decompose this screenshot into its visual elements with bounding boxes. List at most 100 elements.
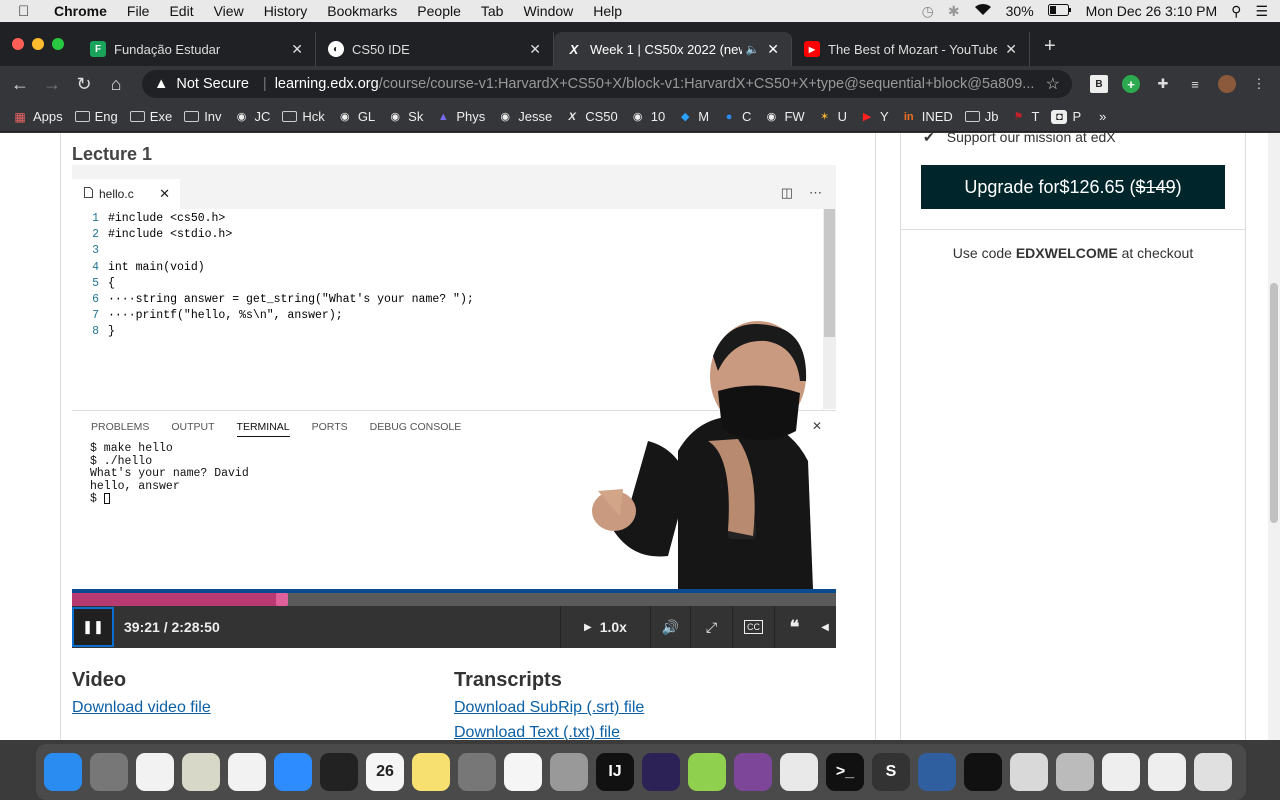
music-icon[interactable] bbox=[136, 753, 174, 791]
sublime-icon[interactable]: S bbox=[872, 753, 910, 791]
close-window-button[interactable] bbox=[12, 38, 24, 50]
time-machine-icon[interactable]: ◷ bbox=[922, 3, 934, 20]
download-video-link[interactable]: Download video file bbox=[72, 699, 211, 717]
bookmark-jesse[interactable]: ◉ Jesse bbox=[497, 109, 552, 124]
bookmark-t[interactable]: ⚑ T bbox=[1011, 109, 1040, 124]
upgrade-button[interactable]: Upgrade for $126.65 ($149) bbox=[921, 165, 1225, 209]
volume-button[interactable]: 🔊 bbox=[650, 606, 690, 648]
document-icon[interactable] bbox=[1102, 753, 1140, 791]
not-secure-label[interactable]: Not Secure bbox=[176, 76, 249, 92]
bookmark-fw[interactable]: ◉ FW bbox=[763, 109, 805, 124]
download-txt-link[interactable]: Download Text (.txt) file bbox=[454, 724, 620, 740]
warning-icon[interactable]: ▲ bbox=[154, 76, 168, 92]
launchpad-icon[interactable] bbox=[550, 753, 588, 791]
audio-playing-icon[interactable]: 🔈 bbox=[746, 43, 760, 56]
video-progress-bar[interactable] bbox=[72, 589, 836, 606]
menu-view[interactable]: View bbox=[214, 3, 244, 19]
terminal-icon[interactable]: >_ bbox=[826, 753, 864, 791]
page-scrollbar[interactable] bbox=[1268, 133, 1280, 740]
zoom-icon[interactable] bbox=[274, 753, 312, 791]
close-tab-icon[interactable]: ✕ bbox=[1005, 41, 1017, 58]
bookmark-star-icon[interactable]: ☆ bbox=[1046, 74, 1060, 94]
progress-handle[interactable] bbox=[275, 593, 288, 606]
menu-app-name[interactable]: Chrome bbox=[54, 3, 107, 19]
bookmark-u[interactable]: ✶ U bbox=[817, 109, 847, 124]
finder-icon[interactable] bbox=[44, 753, 82, 791]
chrome-icon[interactable] bbox=[780, 753, 818, 791]
tab-youtube-mozart[interactable]: ▶ The Best of Mozart - YouTube ✕ bbox=[792, 32, 1030, 66]
bookmark-exe[interactable]: Exe bbox=[129, 109, 172, 124]
bookmark-apps[interactable]: ▦ Apps bbox=[12, 109, 62, 124]
notes-icon[interactable] bbox=[412, 753, 450, 791]
bookmark-hck[interactable]: Hck bbox=[282, 109, 325, 124]
calculator-icon[interactable] bbox=[458, 753, 496, 791]
documents-folder-icon[interactable] bbox=[1148, 753, 1186, 791]
menu-window[interactable]: Window bbox=[523, 3, 573, 19]
address-bar[interactable]: ▲ Not Secure | learning.edx.org /course/… bbox=[142, 70, 1072, 98]
bluetooth-icon[interactable]: ✱ bbox=[948, 3, 960, 20]
speed-button[interactable]: ▶ 1.0x bbox=[560, 606, 650, 648]
reading-list-icon[interactable]: ≡ bbox=[1186, 75, 1204, 93]
fullscreen-button[interactable]: ⤢ bbox=[690, 606, 732, 648]
bookmark-p[interactable]: ◘ P bbox=[1051, 109, 1081, 124]
photo-library-icon[interactable] bbox=[1056, 753, 1094, 791]
chrome-menu-icon[interactable]: ⋮ bbox=[1250, 75, 1268, 93]
menu-file[interactable]: File bbox=[127, 3, 150, 19]
bookmark-cs50[interactable]: X CS50 bbox=[564, 109, 618, 124]
intellij-icon[interactable]: IJ bbox=[596, 753, 634, 791]
back-icon[interactable]: ← bbox=[4, 74, 36, 95]
bookmark-c[interactable]: ● C bbox=[721, 109, 752, 124]
menu-help[interactable]: Help bbox=[593, 3, 622, 19]
wifi-icon[interactable] bbox=[974, 3, 992, 19]
pause-button[interactable]: ❚❚ bbox=[72, 607, 114, 647]
close-tab-icon[interactable]: ✕ bbox=[291, 41, 303, 58]
scrollbar-thumb[interactable] bbox=[1270, 283, 1278, 523]
home-icon[interactable]: ⌂ bbox=[100, 74, 132, 95]
activity-monitor-icon[interactable] bbox=[320, 753, 358, 791]
closed-captions-button[interactable]: CC bbox=[732, 606, 774, 648]
bookmarks-overflow-icon[interactable]: » bbox=[1099, 109, 1106, 124]
extensions-puzzle-icon[interactable]: ✚ bbox=[1154, 75, 1172, 93]
bookmark-phys[interactable]: ▲ Phys bbox=[435, 109, 485, 124]
control-center-icon[interactable]: ☰ bbox=[1255, 3, 1268, 20]
video-player[interactable]: hello.c ✕ ◫ ⋯ 1 #include <cs50.h> 2 #inclu… bbox=[72, 165, 836, 648]
calendar-icon[interactable]: 26 bbox=[366, 753, 404, 791]
bookmark-jc[interactable]: ◉ JC bbox=[234, 109, 271, 124]
bookmark-ined[interactable]: in INED bbox=[901, 109, 953, 124]
debian-icon[interactable] bbox=[964, 753, 1002, 791]
bookmark-gl[interactable]: ◉ GL bbox=[337, 109, 375, 124]
bookmark-sk[interactable]: ◉ Sk bbox=[387, 109, 423, 124]
bookmark-m[interactable]: ◆ M bbox=[677, 109, 709, 124]
spotlight-icon[interactable]: ⚲ bbox=[1231, 3, 1241, 20]
profile-avatar[interactable] bbox=[1218, 75, 1236, 93]
menu-bookmarks[interactable]: Bookmarks bbox=[327, 3, 397, 19]
transcript-button[interactable]: ❝ bbox=[774, 606, 814, 648]
virtualbox-icon[interactable] bbox=[918, 753, 956, 791]
photos-icon[interactable] bbox=[228, 753, 266, 791]
minimize-window-button[interactable] bbox=[32, 38, 44, 50]
bookmark-y[interactable]: ▶ Y bbox=[859, 109, 889, 124]
menu-tab[interactable]: Tab bbox=[481, 3, 504, 19]
menu-history[interactable]: History bbox=[264, 3, 308, 19]
reload-icon[interactable]: ↻ bbox=[68, 74, 100, 95]
tab-week1-cs50x[interactable]: X Week 1 | CS50x 2022 (new 🔈 ✕ bbox=[554, 32, 792, 66]
zoom-window-button[interactable] bbox=[52, 38, 64, 50]
menu-edit[interactable]: Edit bbox=[169, 3, 193, 19]
extension-b-icon[interactable]: B bbox=[1090, 75, 1108, 93]
bookmark-eng[interactable]: Eng bbox=[74, 109, 118, 124]
bookmark-inv[interactable]: Inv bbox=[184, 109, 222, 124]
tab-fundacao-estudar[interactable]: F Fundação Estudar ✕ bbox=[78, 32, 316, 66]
reminders-icon[interactable] bbox=[504, 753, 542, 791]
bookmark-jb[interactable]: Jb bbox=[964, 109, 999, 124]
system-preferences-icon[interactable] bbox=[90, 753, 128, 791]
tab-cs50-ide[interactable]: ◐ CS50 IDE ✕ bbox=[316, 32, 554, 66]
apple-icon[interactable]:  bbox=[18, 3, 36, 20]
eclipse-icon[interactable] bbox=[642, 753, 680, 791]
battery-icon[interactable] bbox=[1047, 3, 1072, 19]
menu-people[interactable]: People bbox=[417, 3, 461, 19]
preview-icon[interactable] bbox=[182, 753, 220, 791]
forward-icon[interactable]: → bbox=[36, 74, 68, 95]
close-tab-icon[interactable]: ✕ bbox=[529, 41, 541, 58]
collapse-controls-button[interactable]: ◀ bbox=[814, 606, 836, 648]
trash-icon[interactable] bbox=[1194, 753, 1232, 791]
